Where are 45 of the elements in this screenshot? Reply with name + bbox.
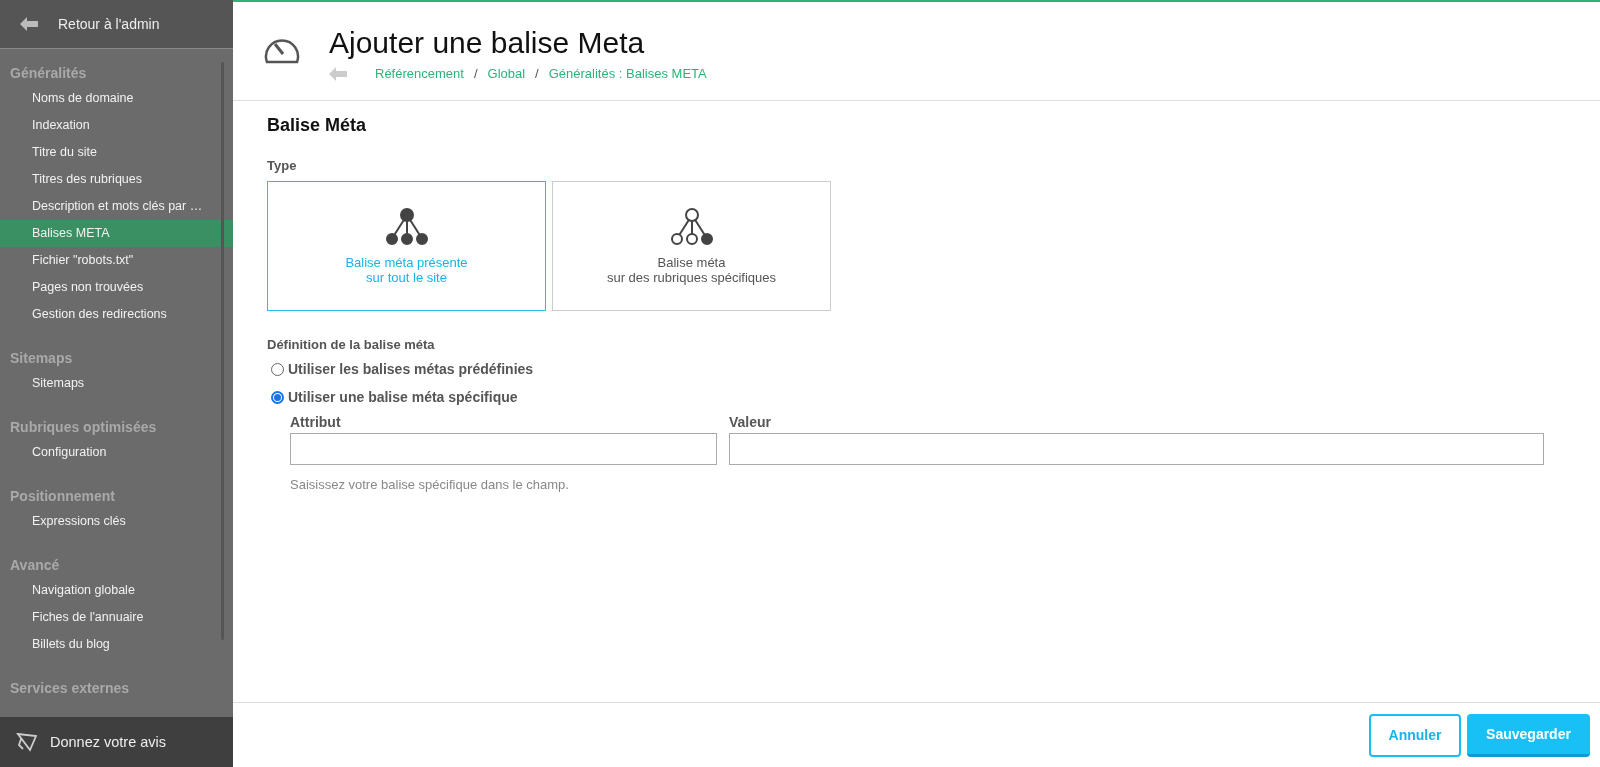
field-label: Attribut (290, 414, 342, 430)
page-title: Ajouter une balise Meta (329, 26, 646, 60)
sidebar-item[interactable]: Configuration (0, 439, 233, 466)
sidebar-item[interactable]: Pages non trouvées (0, 274, 233, 301)
radio-button[interactable] (271, 390, 284, 404)
radio-label[interactable]: Utiliser les balises métas prédéfinies (288, 361, 534, 377)
back-arrow-icon (20, 17, 38, 31)
back-to-admin-link[interactable]: Retour à l'admin (0, 0, 233, 49)
sidebar-section-title: Positionnement (9, 487, 116, 506)
sidebar-item[interactable]: Titres des rubriques (0, 166, 233, 193)
breadcrumb-separator: / (535, 66, 539, 81)
sidebar-section-title: Rubriques optimisées (9, 418, 158, 437)
sidebar-section-title: Services externes (9, 679, 131, 698)
sidebar-item[interactable]: Fiches de l'annuaire (0, 604, 233, 631)
sidebar-item[interactable]: Sitemaps (0, 370, 233, 397)
input-field[interactable] (729, 433, 1544, 465)
breadcrumb-separator: / (473, 66, 478, 81)
sidebar-section-title: Sitemaps (9, 349, 74, 368)
radio-button[interactable] (271, 362, 284, 376)
help-text: Saisissez votre balise spécifique dans le champ. (290, 477, 570, 492)
sidebar-item[interactable]: Navigation globale (0, 577, 233, 604)
type-option-card[interactable]: Balise méta présente sur tout le site (267, 181, 546, 311)
sidebar-item[interactable]: Expressions clés (0, 508, 233, 535)
sidebar-item[interactable]: Gestion des redirections (0, 301, 233, 328)
breadcrumb-link[interactable]: Global (487, 66, 526, 81)
sidebar-item[interactable]: Indexation (0, 112, 233, 139)
type-option-card[interactable]: Balise méta sur des rubriques spécifiques (552, 181, 831, 311)
sidebar-item[interactable]: Titre du site (0, 139, 233, 166)
type-label: Type (267, 158, 298, 173)
sidebar-item[interactable]: Balises META (0, 220, 233, 247)
definition-label: Définition de la balise méta (267, 337, 436, 352)
sidebar-item[interactable]: Noms de domaine (0, 85, 233, 112)
sidebar-item[interactable]: Billets du blog (0, 631, 233, 658)
sidebar-item[interactable]: Description et mots clés par … (0, 193, 233, 220)
sidebar-section-title: Avancé (9, 556, 61, 575)
breadcrumb-link[interactable]: Référencement (375, 66, 464, 81)
section-title: Balise Méta (267, 115, 368, 136)
field-label: Valeur (729, 414, 773, 430)
feedback-button[interactable]: Donnez votre avis (0, 717, 233, 767)
sidebar-item[interactable]: Fichier "robots.txt" (0, 247, 233, 274)
sidebar-section-title: Généralités (9, 64, 88, 83)
back-arrow-icon[interactable] (329, 66, 347, 81)
radio-label[interactable]: Utiliser une balise méta spécifique (288, 389, 518, 405)
breadcrumb-link[interactable]: Généralités : Balises META (548, 66, 707, 81)
input-field[interactable] (290, 433, 717, 465)
